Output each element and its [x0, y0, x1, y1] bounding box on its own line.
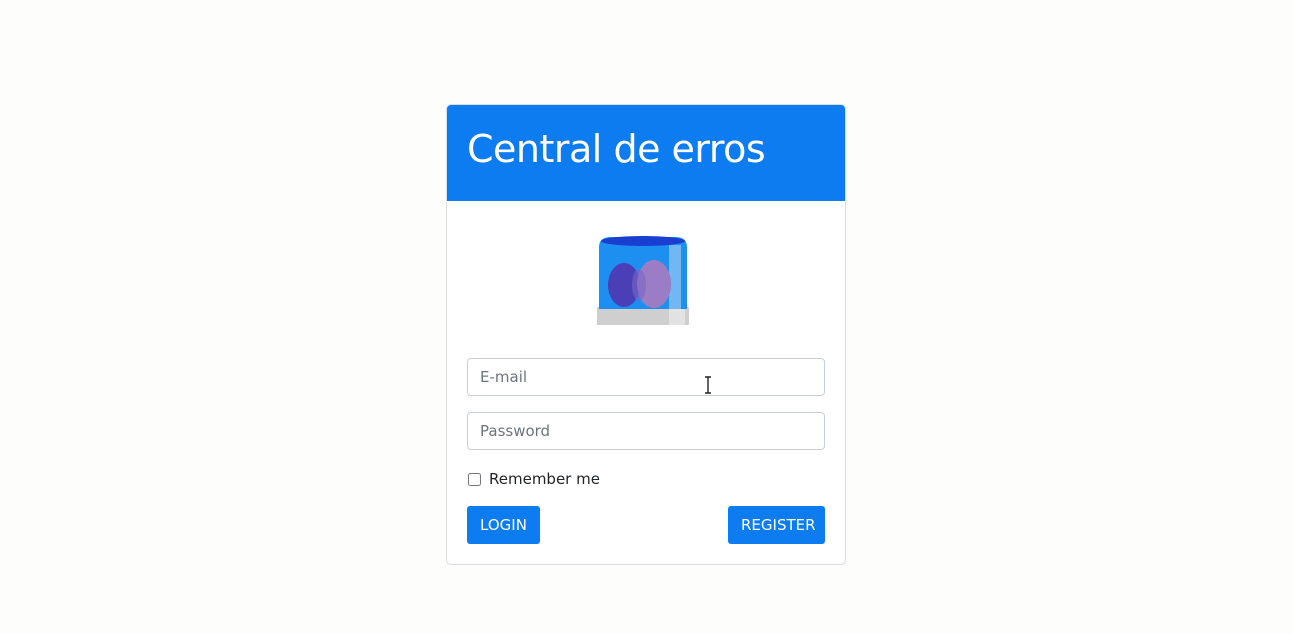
page-title: Central de erros [467, 127, 766, 171]
card-header: Central de erros [447, 105, 845, 201]
remember-me-checkbox[interactable] [468, 472, 481, 486]
remember-me[interactable]: Remember me [467, 468, 600, 490]
remember-me-label: Remember me [489, 470, 600, 488]
password-field[interactable] [467, 412, 825, 450]
text-cursor-icon [703, 376, 713, 394]
siren-alarm-icon [597, 235, 689, 327]
login-button[interactable]: LOGIN [467, 506, 540, 544]
login-card: Central de erros Remember me LOGIN REGIS… [446, 104, 846, 565]
email-field[interactable] [467, 358, 825, 396]
register-button[interactable]: REGISTER [728, 506, 825, 544]
